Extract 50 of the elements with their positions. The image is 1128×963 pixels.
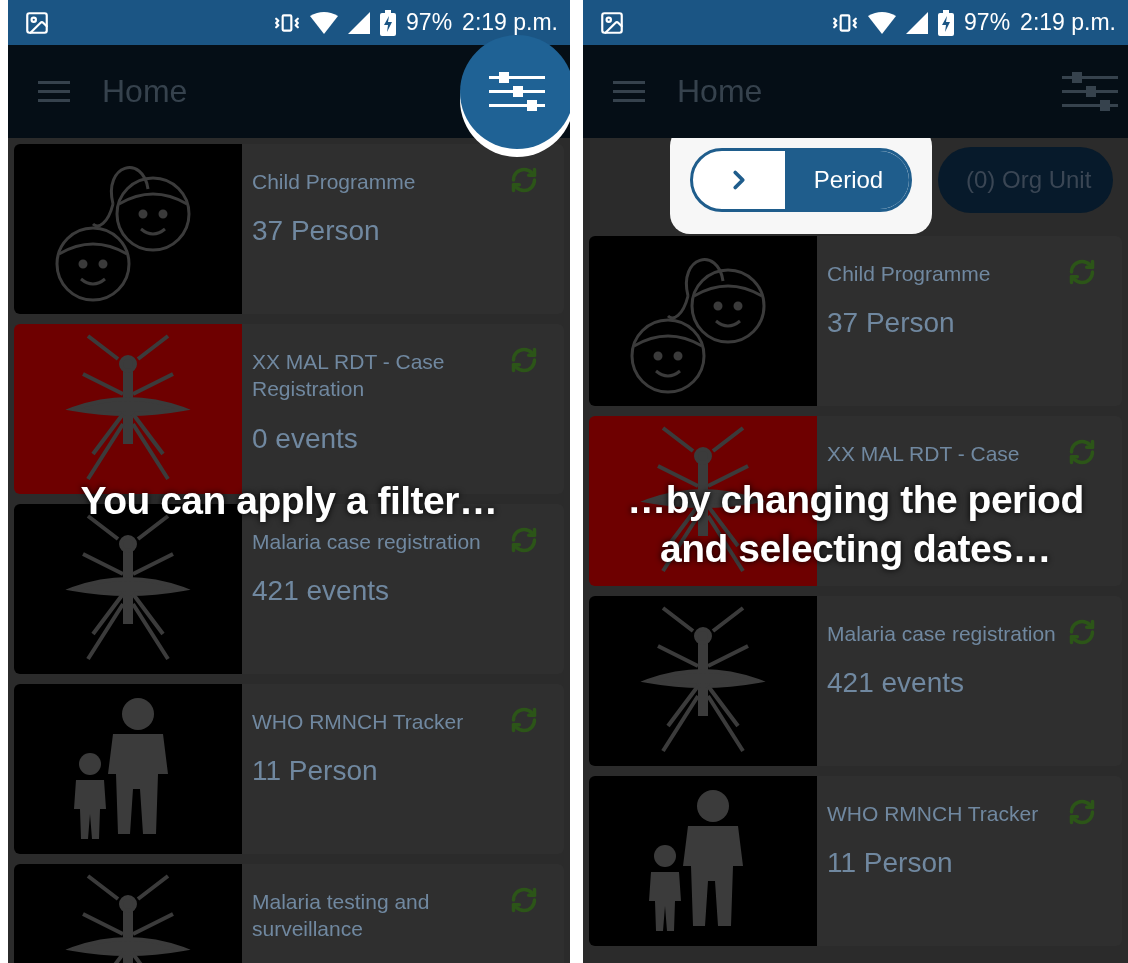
program-count: 0 events <box>252 422 359 455</box>
battery-charging-icon <box>380 9 397 36</box>
sync-icon[interactable] <box>510 526 538 554</box>
program-count: 421 events <box>252 575 390 608</box>
menu-icon[interactable] <box>613 80 645 103</box>
program-card[interactable]: WHO RMNCH Tracker 11 Person <box>589 776 1122 946</box>
program-count: 37 Person <box>252 215 381 248</box>
program-card[interactable]: WHO RMNCH Tracker 11 Person <box>14 684 564 854</box>
image-notification-icon <box>24 9 50 36</box>
program-title: Child Programme <box>827 261 992 287</box>
wifi-icon <box>868 11 897 34</box>
sync-icon[interactable] <box>1068 798 1096 826</box>
sync-icon[interactable] <box>510 706 538 734</box>
battery-percent: 97% <box>964 9 1011 36</box>
program-count: 11 Person <box>827 847 954 880</box>
program-title: Child Programme <box>252 169 417 195</box>
program-card[interactable]: Child Programme 37 Person <box>14 144 564 314</box>
program-title: XX MAL RDT - Case <box>827 441 1021 467</box>
program-count: 11 Person <box>252 755 379 788</box>
menu-icon[interactable] <box>38 80 70 103</box>
program-card[interactable]: Child Programme 37 Person <box>589 236 1122 406</box>
image-notification-icon <box>599 9 625 36</box>
program-count: 37 Person <box>827 307 956 340</box>
tutorial-caption: …by changing the period <box>627 477 1084 524</box>
wifi-icon <box>310 11 339 34</box>
tutorial-caption: and selecting dates… <box>660 525 1051 572</box>
sync-icon[interactable] <box>1068 438 1096 466</box>
period-filter-toggle[interactable]: Period <box>690 148 912 212</box>
program-title: Malaria testing and surveillance <box>252 889 431 943</box>
program-title: Malaria case registration <box>827 621 1057 647</box>
sync-icon[interactable] <box>1068 618 1096 646</box>
signal-icon <box>906 11 929 34</box>
sync-icon[interactable] <box>510 166 538 194</box>
program-title: Malaria case registration <box>252 529 482 555</box>
program-count: 421 events <box>827 667 965 700</box>
sync-icon[interactable] <box>1068 258 1096 286</box>
program-card[interactable]: Malaria testing and surveillance <box>14 864 564 963</box>
signal-icon <box>348 11 371 34</box>
battery-percent: 97% <box>406 9 453 36</box>
filter-sliders-icon <box>489 70 545 113</box>
program-title: WHO RMNCH Tracker <box>252 709 465 735</box>
filter-sliders-icon <box>1062 70 1118 113</box>
program-title: XX MAL RDT - Case Registration <box>252 349 446 403</box>
sync-icon[interactable] <box>510 346 538 374</box>
clock-time: 2:19 p.m. <box>462 9 558 36</box>
battery-charging-icon <box>938 9 955 36</box>
clock-time: 2:19 p.m. <box>1020 9 1116 36</box>
program-card[interactable]: Malaria case registration 421 events <box>589 596 1122 766</box>
sync-icon[interactable] <box>510 886 538 914</box>
program-title: WHO RMNCH Tracker <box>827 801 1040 827</box>
